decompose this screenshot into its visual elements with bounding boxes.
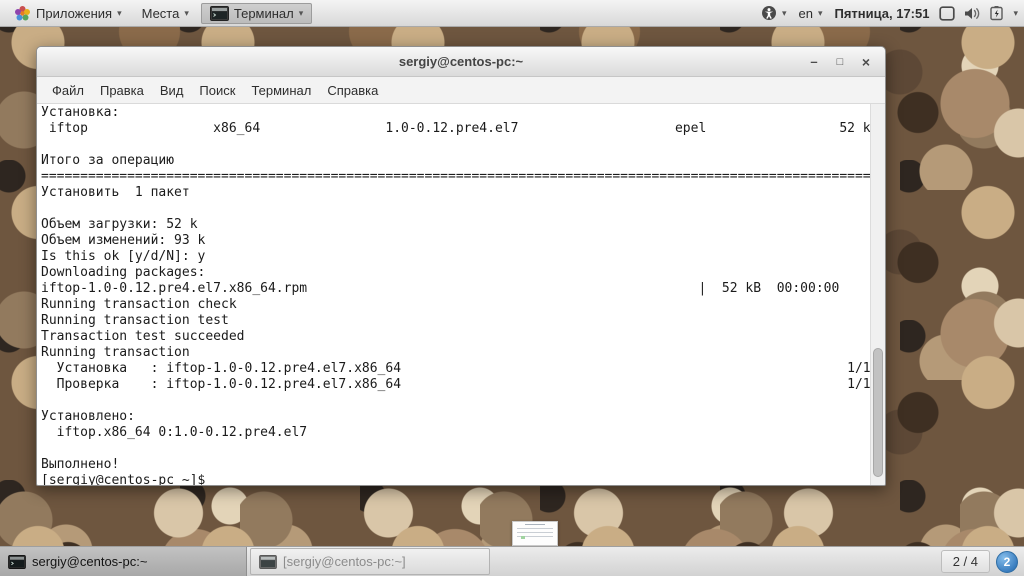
- volume-icon[interactable]: [963, 6, 981, 21]
- workspace-indicator[interactable]: 2 / 4: [940, 550, 990, 573]
- scrollbar-thumb[interactable]: [873, 347, 883, 478]
- chevron-down-icon: ▾: [184, 7, 189, 18]
- top-panel: Приложения ▾ Места ▾ Терминал ▾ ▾ en ▾ П…: [0, 0, 1024, 27]
- minimize-button[interactable]: –: [803, 52, 825, 72]
- terminal-window: sergiy@centos-pc:~ – □ × Файл Правка Вид…: [36, 46, 886, 486]
- terminal-menubar: Файл Правка Вид Поиск Терминал Справка: [37, 77, 885, 104]
- window-menu-label: Терминал: [233, 5, 294, 21]
- menu-edit[interactable]: Правка: [93, 80, 151, 101]
- mini-cell: [521, 536, 525, 539]
- task-button-terminal-minimized[interactable]: [sergiy@centos-pc:~]: [250, 548, 490, 575]
- terminal-icon: [8, 554, 26, 569]
- terminal-scrollbar[interactable]: [870, 104, 885, 485]
- applications-menu[interactable]: Приложения ▾: [6, 2, 130, 25]
- chevron-down-icon: ▾: [1013, 7, 1018, 18]
- notification-badge[interactable]: 2: [996, 550, 1018, 573]
- chevron-down-icon: ▾: [817, 7, 823, 18]
- menu-help[interactable]: Справка: [320, 80, 385, 101]
- taskbar: sergiy@centos-pc:~ [sergiy@centos-pc:~] …: [0, 546, 1024, 576]
- terminal-output: Установка: iftop x86_64 1.0-0.12.pre4.el…: [41, 105, 879, 485]
- screen-icon[interactable]: [939, 5, 956, 21]
- maximize-button[interactable]: □: [829, 52, 851, 72]
- mini-line: [525, 524, 545, 525]
- titlebar[interactable]: sergiy@centos-pc:~ – □ ×: [37, 47, 885, 77]
- desktop: Приложения ▾ Места ▾ Терминал ▾ ▾ en ▾ П…: [0, 0, 1024, 576]
- terminal-content[interactable]: Установка: iftop x86_64 1.0-0.12.pre4.el…: [37, 104, 885, 485]
- places-menu[interactable]: Места ▾: [134, 3, 197, 24]
- accessibility-icon: [761, 5, 777, 21]
- menu-view[interactable]: Вид: [153, 80, 191, 101]
- mini-line: [517, 528, 553, 529]
- mini-window-thumbnail[interactable]: [512, 521, 558, 546]
- keyboard-layout-label: en: [798, 5, 813, 21]
- task-button-label: [sergiy@centos-pc:~]: [283, 554, 406, 569]
- menu-file[interactable]: Файл: [45, 80, 91, 101]
- battery-icon[interactable]: [989, 5, 1005, 21]
- chevron-down-icon: ▾: [298, 7, 304, 18]
- taskbar-spacer: [490, 547, 941, 576]
- window-menu[interactable]: Терминал ▾: [200, 2, 313, 24]
- clock[interactable]: Пятница, 17:51: [832, 3, 931, 24]
- accessibility-menu[interactable]: ▾: [759, 2, 789, 24]
- window-title: sergiy@centos-pc:~: [398, 54, 524, 69]
- battery-menu[interactable]: ▾: [1013, 5, 1018, 22]
- keyboard-layout-indicator[interactable]: en ▾: [796, 3, 824, 24]
- task-button-label: sergiy@centos-pc:~: [32, 554, 148, 569]
- chevron-down-icon: ▾: [781, 7, 787, 18]
- terminal-icon: [259, 554, 277, 569]
- close-button[interactable]: ×: [855, 52, 877, 72]
- mini-line: [517, 532, 553, 533]
- chevron-down-icon: ▾: [117, 7, 122, 18]
- menu-terminal[interactable]: Терминал: [244, 80, 318, 101]
- terminal-icon: [209, 5, 229, 21]
- menu-search[interactable]: Поиск: [192, 80, 242, 101]
- clock-label: Пятница, 17:51: [834, 5, 930, 21]
- applications-icon: [14, 5, 31, 22]
- task-button-terminal-active[interactable]: sergiy@centos-pc:~: [0, 547, 247, 576]
- applications-label: Приложения: [36, 5, 113, 21]
- places-label: Места: [141, 5, 180, 21]
